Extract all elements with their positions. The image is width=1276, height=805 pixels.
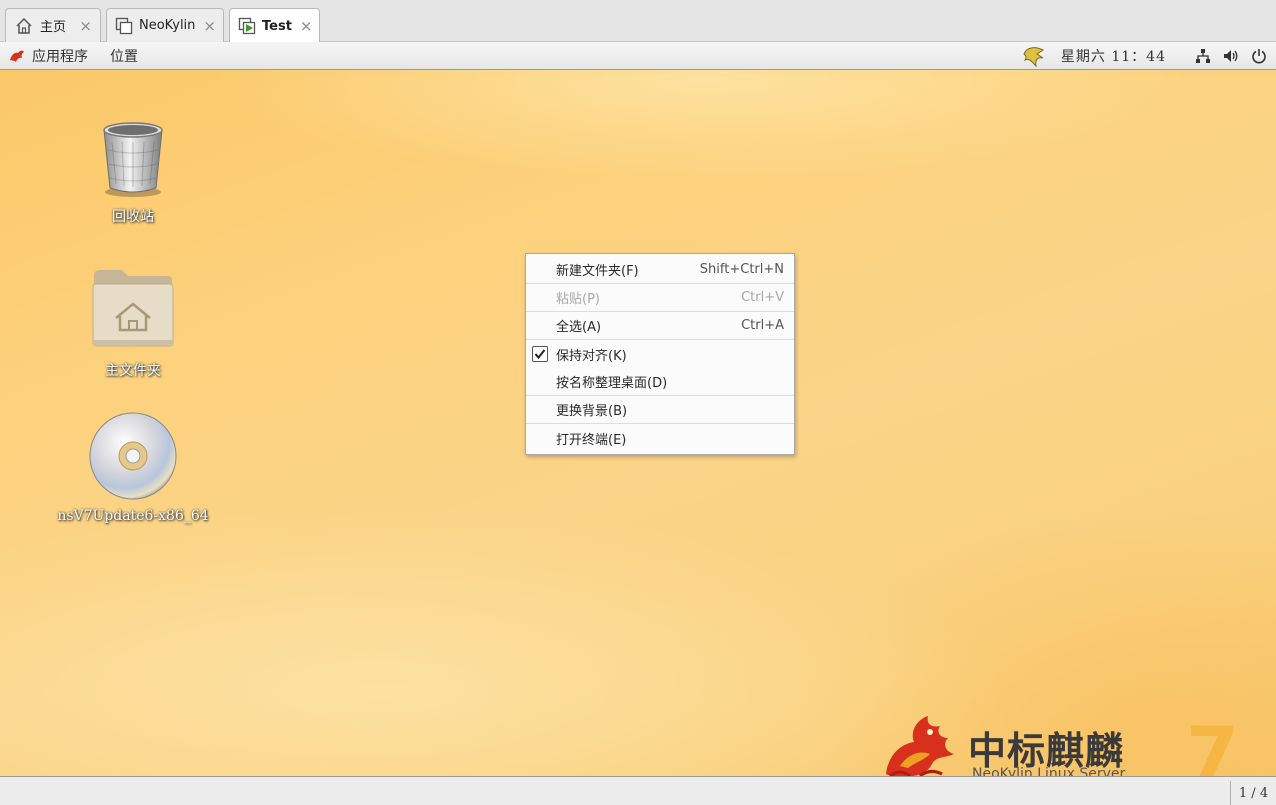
applications-menu[interactable]: 应用程序 xyxy=(8,46,88,66)
menu-item-shortcut: Shift+Ctrl+N xyxy=(699,262,784,277)
menu-item-open-terminal[interactable]: 打开终端(E) xyxy=(526,424,794,452)
home-icon xyxy=(14,16,34,36)
tab-neokylin[interactable]: NeoKylin × xyxy=(106,8,224,42)
neokylin-branding: 中标麒麟 NeoKylin Linux Server 7 xyxy=(880,710,1260,776)
tab-label: 主页 xyxy=(40,20,67,35)
kylin-logo-icon xyxy=(8,48,26,64)
tab-label: NeoKylin xyxy=(139,18,196,33)
menu-item-label: 粘贴(P) xyxy=(556,292,600,307)
menu-item-select-all[interactable]: 全选(A) Ctrl+A xyxy=(526,312,794,340)
tab-test[interactable]: Test × xyxy=(229,8,320,43)
workspace-pager[interactable]: 1 / 4 xyxy=(1230,781,1276,805)
places-menu[interactable]: 位置 xyxy=(110,46,138,66)
places-label: 位置 xyxy=(110,48,138,65)
menu-item-label: 更换背景(B) xyxy=(556,404,628,419)
trash-icon xyxy=(98,120,168,202)
tab-home[interactable]: 主页 × xyxy=(5,8,101,42)
tab-close-icon[interactable]: × xyxy=(300,17,313,35)
menu-item-paste[interactable]: 粘贴(P) Ctrl+V xyxy=(526,284,794,312)
desktop-icon-label: nsV7Update6-x86_64 xyxy=(57,508,209,524)
bottom-panel: 1 / 4 xyxy=(0,776,1276,805)
desktop-icon-label: 回收站 xyxy=(112,209,154,225)
vm-running-icon xyxy=(238,16,256,36)
menu-item-change-background[interactable]: 更换背景(B) xyxy=(526,396,794,424)
volume-icon[interactable] xyxy=(1222,47,1240,65)
desktop-icon-label: 主文件夹 xyxy=(105,363,161,379)
menu-item-organize-by-name[interactable]: 按名称整理桌面(D) xyxy=(526,368,794,396)
menu-item-new-folder[interactable]: 新建文件夹(F) Shift+Ctrl+N xyxy=(526,256,794,284)
tab-label: Test xyxy=(262,18,292,34)
menu-item-shortcut: Ctrl+V xyxy=(741,290,784,305)
menu-item-label: 保持对齐(K) xyxy=(556,348,627,364)
tab-close-icon[interactable]: × xyxy=(203,17,216,35)
menu-item-shortcut: Ctrl+A xyxy=(741,318,784,333)
tab-close-icon[interactable]: × xyxy=(79,17,92,35)
desktop-icon-disc[interactable]: nsV7Update6-x86_64 xyxy=(57,410,209,524)
vm-tab-bar: 主页 × NeoKylin × Test × xyxy=(0,0,1276,43)
menu-item-keep-aligned[interactable]: 保持对齐(K) xyxy=(526,340,794,368)
menu-item-label: 全选(A) xyxy=(556,320,602,335)
vm-icon xyxy=(115,16,133,36)
checkmark-icon xyxy=(532,346,548,362)
clock[interactable]: 星期六 11：44 xyxy=(1061,46,1166,66)
brand-version: 7 xyxy=(1186,710,1239,776)
desktop[interactable]: 回收站 主文件夹 nsV7Update6-x86_64 新建文件夹(F) Shi… xyxy=(0,70,1276,776)
menu-item-label: 打开终端(E) xyxy=(556,432,627,448)
desktop-icon-home-folder[interactable]: 主文件夹 xyxy=(58,266,208,380)
applications-label: 应用程序 xyxy=(32,48,88,65)
kylin-mascot-icon xyxy=(880,710,968,776)
input-method-icon[interactable] xyxy=(1021,44,1047,68)
desktop-context-menu: 新建文件夹(F) Shift+Ctrl+N 粘贴(P) Ctrl+V 全选(A)… xyxy=(525,253,795,455)
desktop-icon-trash[interactable]: 回收站 xyxy=(58,120,208,226)
network-icon[interactable] xyxy=(1194,47,1212,65)
power-icon[interactable] xyxy=(1250,47,1268,65)
top-panel: 应用程序 位置 星期六 11：44 xyxy=(0,42,1276,70)
brand-name-en: NeoKylin Linux Server xyxy=(972,766,1126,776)
disc-icon xyxy=(88,410,178,504)
home-folder-icon xyxy=(90,266,176,356)
menu-item-label: 新建文件夹(F) xyxy=(556,264,639,279)
menu-item-label: 按名称整理桌面(D) xyxy=(556,376,668,391)
